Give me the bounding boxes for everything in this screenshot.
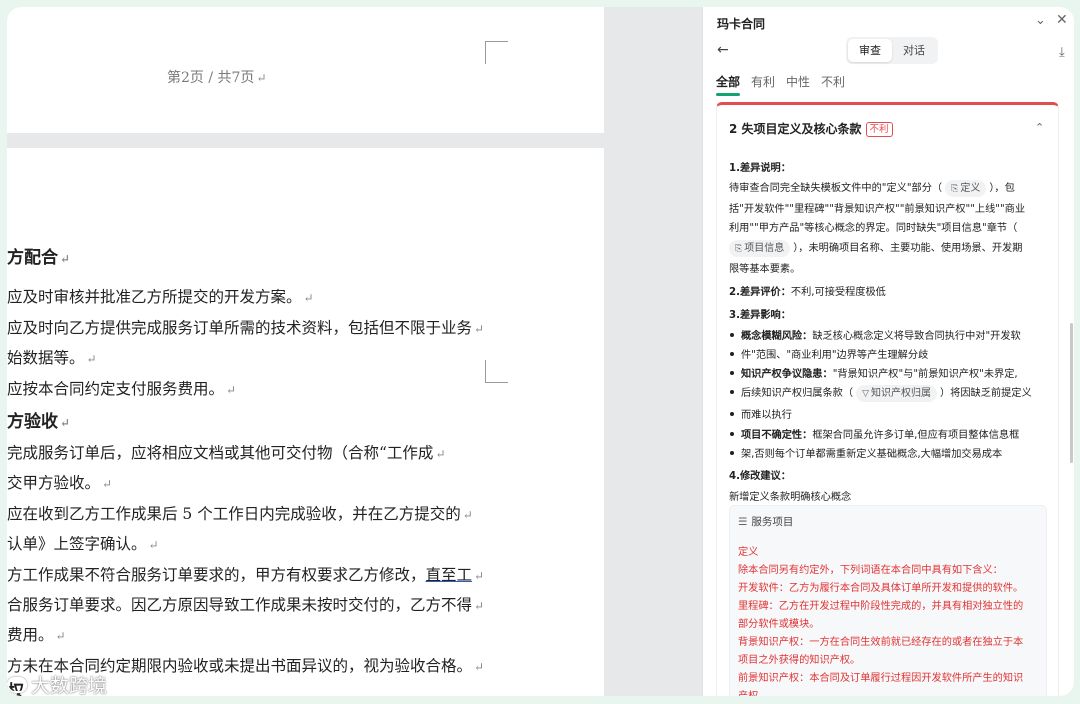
- doc-line: 始数据等。 ↵: [7, 349, 97, 367]
- diff-desc-label: 1.差异说明：: [729, 163, 791, 174]
- suggest-label: 4.修改建议：: [729, 471, 791, 482]
- filter-tab-unfavorable[interactable]: 不利: [821, 73, 845, 90]
- doc-line: 合服务订单要求。因乙方原因导致工作成果未按时交付的，乙方不得 ↵: [7, 596, 485, 614]
- clause-line: 背景知识产权：一方在合同生效前就已经存在的或者在独立于本: [738, 637, 1024, 648]
- diff-desc-text: 限等基本要素。: [729, 264, 801, 275]
- eval-text: 2.差异评价：不利,可接受程度极低: [729, 287, 886, 298]
- doc-line: 完成服务订单后，应将相应文档或其他可交付物（合称“工作成 ↵: [7, 444, 446, 462]
- filter-tab-all[interactable]: 全部: [716, 73, 741, 96]
- close-icon[interactable]: ✕: [1056, 12, 1068, 28]
- return-mark-icon: ↵: [55, 629, 66, 643]
- return-mark-icon: ↵: [226, 383, 237, 397]
- clause-line: 产权。: [738, 687, 769, 696]
- doc-line: 认单》上签字确认。 ↵: [7, 535, 159, 553]
- crop-mark: [485, 360, 508, 383]
- clause-chip-ip[interactable]: ▽ 知识产权归属: [856, 385, 937, 402]
- filter-tabs: 全部 有利 中性 不利: [716, 73, 845, 96]
- doc-heading: 方配合 ↵: [7, 248, 71, 268]
- return-mark-icon: ↵: [60, 252, 71, 266]
- clause-line: 定义: [738, 547, 759, 558]
- watermark-logo-icon: [7, 676, 27, 693]
- clause-line: 项目之外获得的知识产权。: [738, 655, 861, 666]
- impact-item-cont: 架,否则每个订单都需重新定义基础概念,大幅增加交易成本: [729, 445, 1002, 460]
- link-icon: ⎘: [735, 244, 743, 254]
- chevron-up-icon[interactable]: ⌃: [1035, 121, 1044, 134]
- page-number-footer: 第2页 / 共7页 ↵: [167, 70, 267, 86]
- funnel-icon: ▽: [862, 389, 869, 399]
- watermark: 大数跨境: [7, 671, 107, 696]
- filter-tab-neutral[interactable]: 中性: [786, 73, 810, 90]
- link-icon: ⎘: [951, 184, 959, 194]
- clause-line: 除本合同另有约定外，下列词语在本合同中具有如下含义：: [738, 565, 1003, 576]
- clause-line: 开发软件：乙方为履行本合同及具体订单所开发和提供的软件。: [738, 583, 1024, 594]
- return-mark-icon: ↵: [474, 599, 485, 613]
- service-clause-title: ☰ 服务项目: [738, 516, 794, 528]
- doc-line: 方工作成果不符合服务订单要求的，甲方有权要求乙方修改，直至工 ↵: [7, 566, 485, 584]
- app-frame: 第2页 / 共7页 ↵ 方配合 ↵ 应及时审核并批准乙方所提交的开发方案。 ↵ 应及时向乙…: [7, 7, 1074, 696]
- review-panel: 玛卡合同 ⌄ ✕ ← 审查 对话 ⤓ 全部 有利 中性 不利 2 失项目定义及核…: [702, 7, 1074, 696]
- card-title[interactable]: 2 失项目定义及核心条款 不利: [729, 120, 893, 137]
- clause-chip-project[interactable]: ⎘ 项目信息: [729, 240, 791, 257]
- doc-line: 应在收到乙方工作成果后 5 个工作日内完成验收，并在乙方提交的 ↵: [7, 505, 473, 523]
- doc-line: 应按本合同约定支付服务费用。 ↵: [7, 380, 237, 398]
- panel-title: 玛卡合同: [717, 17, 766, 31]
- return-mark-icon: ↵: [474, 660, 485, 674]
- panel-scrollbar[interactable]: [1070, 323, 1073, 463]
- doc-line: 应及时审核并批准乙方所提交的开发方案。 ↵: [7, 288, 314, 306]
- download-icon[interactable]: ⤓: [1059, 45, 1065, 60]
- doc-line: 交甲方验收。 ↵: [7, 474, 113, 492]
- back-arrow-icon[interactable]: ←: [717, 42, 729, 58]
- tab-review[interactable]: 审查: [848, 39, 892, 62]
- doc-line: 应及时向乙方提供完成服务订单所需的技术资料，包括但不限于业务 ↵: [7, 319, 485, 337]
- suggest-text: 新增定义条款明确核心概念: [729, 492, 852, 503]
- crop-mark: [485, 41, 508, 64]
- clause-line: 里程碑：乙方在开发过程中阶段性完成的，并具有相对独立性的: [738, 601, 1024, 612]
- list-icon: ☰: [738, 516, 748, 528]
- review-card: 2 失项目定义及核心条款 不利 ⌃ 1.差异说明： 待审查合同完全缺失模板文件中的…: [716, 102, 1059, 696]
- impact-label: 3.差异影响：: [729, 310, 791, 321]
- impact-item-cont: 而难以执行: [730, 406, 792, 421]
- doc-heading: 方验收 ↵: [7, 412, 71, 432]
- return-mark-icon: ↵: [148, 538, 159, 552]
- return-mark-icon: ↵: [60, 416, 71, 430]
- impact-item-cont: 件"范围、"商业利用"边界等产生理解分歧: [729, 346, 928, 361]
- clause-chip-define[interactable]: ⎘ 定义: [945, 180, 987, 197]
- return-mark-icon: ↵: [86, 352, 97, 366]
- document-page: 第2页 / 共7页 ↵: [7, 7, 604, 133]
- return-mark-icon: ↵: [256, 71, 267, 85]
- return-mark-icon: ↵: [474, 322, 485, 336]
- clause-line: 前景知识产权：本合同及订单履行过程因开发软件所产生的知识: [738, 673, 1024, 684]
- service-clause-box[interactable]: ☰ 服务项目 定义 除本合同另有约定外，下列词语在本合同中具有如下含义： 开发软件…: [729, 505, 1047, 696]
- risk-tag: 不利: [865, 122, 893, 137]
- chevron-down-icon[interactable]: ⌄: [1035, 13, 1046, 28]
- impact-item: 项目不确定性：框架合同虽允许多订单,但应有项目整体信息框: [729, 426, 1019, 441]
- return-mark-icon: ↵: [435, 447, 446, 461]
- return-mark-icon: ↵: [462, 508, 473, 522]
- diff-desc-text: ⎘ 项目信息 ），未明确项目名称、主要功能、使用场景、开发期: [729, 239, 1022, 257]
- impact-item-cont: 后续知识产权归属条款（ ▽ 知识产权归属 ）将因缺乏前提定义: [730, 384, 1032, 402]
- impact-item: 概念模糊风险：缺乏核心概念定义将导致合同执行中对"开发软: [730, 327, 1021, 342]
- return-mark-icon: ↵: [102, 477, 113, 491]
- return-mark-icon: ↵: [474, 569, 485, 583]
- revision-underline: 直至工: [425, 566, 473, 584]
- impact-item: 知识产权争议隐患："背景知识产权"与"前景知识产权"未界定,: [730, 365, 1018, 380]
- diff-desc-text: 利用""甲方产品"等核心概念的界定。同时缺失"项目信息"章节（: [729, 223, 1018, 234]
- doc-line: 费用。 ↵: [7, 626, 66, 644]
- diff-desc-text: 括"开发软件""里程碑""背景知识产权""前景知识产权""上线""商业: [729, 204, 1026, 215]
- tab-chat[interactable]: 对话: [892, 39, 936, 62]
- clause-line: 部分软件或模块。: [738, 619, 820, 630]
- mode-switch: 审查 对话: [846, 37, 938, 64]
- return-mark-icon: ↵: [303, 291, 314, 305]
- diff-desc-text: 待审查合同完全缺失模板文件中的"定义"部分（ ⎘ 定义 ），包: [729, 179, 1015, 197]
- filter-tab-favorable[interactable]: 有利: [751, 73, 775, 90]
- document-area[interactable]: 第2页 / 共7页 ↵ 方配合 ↵ 应及时审核并批准乙方所提交的开发方案。 ↵ 应及时向乙…: [7, 7, 707, 696]
